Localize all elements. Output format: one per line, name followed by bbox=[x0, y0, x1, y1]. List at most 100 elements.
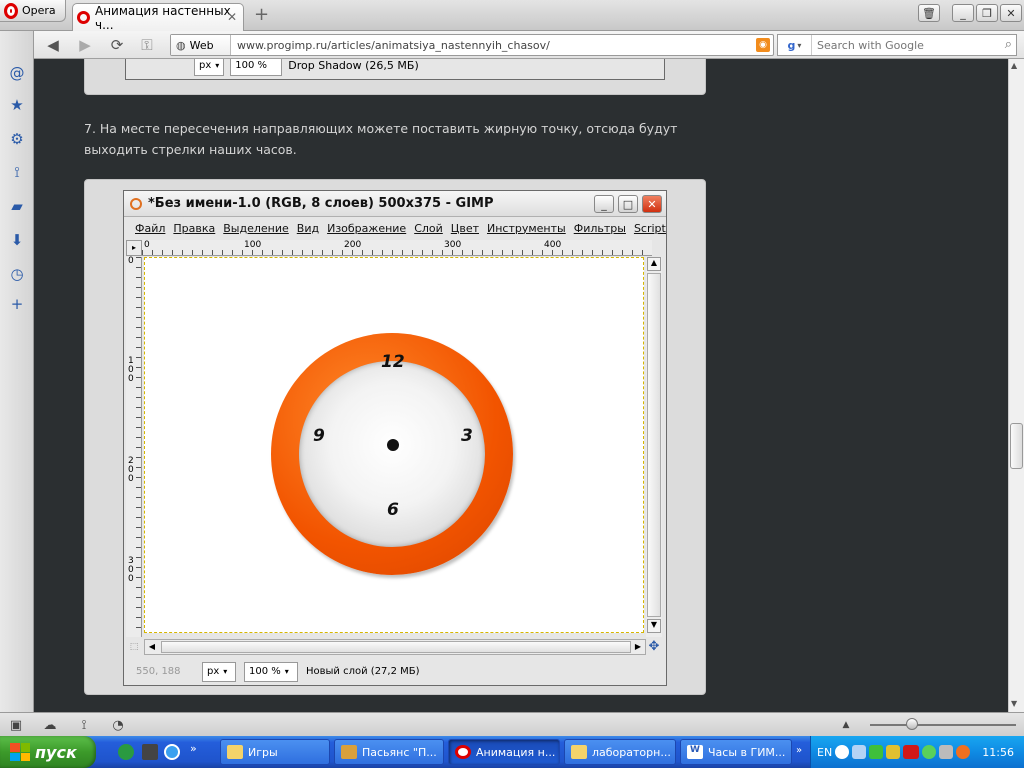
folder-icon bbox=[227, 745, 243, 759]
mail-icon[interactable]: @ bbox=[8, 64, 26, 82]
vertical-ruler[interactable]: 0 1 0 0 2 0 0 3 0 0 bbox=[126, 257, 142, 637]
scroll-right-icon[interactable]: ▶ bbox=[631, 640, 645, 654]
taskbar-button-solitaire[interactable]: Пасьянс "П... bbox=[334, 739, 444, 765]
google-icon[interactable]: g ▾ bbox=[778, 35, 812, 55]
volume-icon[interactable] bbox=[939, 745, 954, 759]
forward-icon[interactable]: ▶ bbox=[76, 36, 94, 54]
ruler-v-label: 3 0 0 bbox=[128, 556, 134, 584]
quicklaunch-app-icon[interactable] bbox=[142, 744, 158, 760]
new-tab-button[interactable]: + bbox=[254, 6, 269, 24]
bookmarks-star-icon[interactable]: ★ bbox=[8, 96, 26, 114]
app-tray-icon[interactable] bbox=[956, 745, 971, 759]
notes-icon[interactable]: ▰ bbox=[8, 197, 26, 215]
zoom-menu-icon[interactable]: ▲ bbox=[838, 717, 854, 733]
gimp-hscroll-thumb[interactable] bbox=[161, 641, 631, 653]
unite-cloud-icon[interactable]: ☁ bbox=[42, 717, 58, 733]
share-icon[interactable]: ⟟ bbox=[76, 717, 92, 733]
horizontal-ruler[interactable]: 0 100 200 300 400 bbox=[142, 240, 652, 256]
scroll-down-icon[interactable]: ▼ bbox=[1011, 699, 1017, 708]
scroll-left-icon[interactable]: ◀ bbox=[145, 640, 159, 654]
menu-view[interactable]: Вид bbox=[294, 222, 324, 235]
menu-filters[interactable]: Фильтры bbox=[571, 222, 631, 235]
share-icon[interactable]: ⟟ bbox=[8, 163, 26, 181]
back-icon[interactable]: ◀ bbox=[44, 36, 62, 54]
menu-select[interactable]: Выделение bbox=[220, 222, 294, 235]
add-panel-icon[interactable]: + bbox=[8, 295, 26, 313]
utorrent-icon[interactable] bbox=[118, 744, 134, 760]
search-icon[interactable]: ⌕ bbox=[1005, 37, 1012, 52]
network-icon[interactable] bbox=[852, 745, 867, 759]
navigate-icon[interactable]: ✥ bbox=[646, 639, 662, 655]
image-canvas[interactable]: 12 3 6 9 bbox=[144, 257, 644, 633]
scroll-up-icon[interactable]: ▲ bbox=[1011, 61, 1017, 70]
page-scroll-thumb[interactable] bbox=[1010, 423, 1023, 469]
menu-image[interactable]: Изображение bbox=[324, 222, 411, 235]
opera-menu-button[interactable]: Opera bbox=[0, 0, 66, 22]
unit-select[interactable]: px ▾ bbox=[202, 661, 236, 682]
turbo-icon[interactable]: ◔ bbox=[110, 717, 126, 733]
download-arrow-icon[interactable] bbox=[869, 745, 884, 759]
key-icon[interactable]: ⚿ bbox=[138, 36, 156, 54]
taskbar-button-games[interactable]: Игры bbox=[220, 739, 330, 765]
panel-toggle-icon[interactable]: ▣ bbox=[8, 717, 24, 733]
menu-script[interactable]: Script- bbox=[631, 222, 666, 235]
browser-statusbar: ▣ ☁ ⟟ ◔ ▲ bbox=[0, 712, 1024, 736]
scroll-down-icon[interactable]: ▼ bbox=[647, 619, 661, 633]
gimp-horizontal-scrollbar[interactable]: ◀ ▶ bbox=[144, 639, 646, 655]
settings-gear-icon[interactable]: ⚙ bbox=[8, 130, 26, 148]
zoom-slider[interactable] bbox=[870, 724, 1016, 726]
downloads-icon[interactable]: ⬇ bbox=[8, 231, 26, 249]
start-button[interactable]: пуск bbox=[0, 736, 96, 768]
url-text[interactable]: www.progimp.ru/articles/animatsiya_naste… bbox=[231, 39, 550, 52]
gimp-maximize-button[interactable]: □ bbox=[618, 195, 638, 213]
taskbar-button-word[interactable]: W Часы в ГИМ... bbox=[680, 739, 792, 765]
ruler-corner-icon[interactable]: ▸ bbox=[126, 240, 142, 256]
menu-layer[interactable]: Слой bbox=[411, 222, 448, 235]
language-indicator[interactable]: EN bbox=[817, 746, 832, 759]
gimp-logo-icon bbox=[130, 197, 142, 210]
menu-file[interactable]: Файл bbox=[132, 222, 170, 235]
zoom-slider-handle[interactable] bbox=[906, 718, 918, 730]
restore-button[interactable]: ❐ bbox=[976, 4, 998, 22]
gimp-minimize-button[interactable]: _ bbox=[594, 195, 614, 213]
warning-icon[interactable] bbox=[886, 745, 901, 759]
taskbar-button-lab[interactable]: лабораторн... bbox=[564, 739, 676, 765]
system-clock[interactable]: 11:56 bbox=[982, 746, 1024, 759]
menu-colors[interactable]: Цвет bbox=[448, 222, 484, 235]
gimp-vscroll-thumb[interactable] bbox=[647, 273, 661, 617]
page-scrollbar[interactable]: ▲ ▼ bbox=[1008, 59, 1024, 712]
gimp-vertical-scrollbar[interactable]: ▲ ▼ bbox=[646, 257, 662, 637]
internet-explorer-icon[interactable] bbox=[164, 744, 180, 760]
quicklaunch-more-icon[interactable]: » bbox=[190, 742, 197, 755]
search-input[interactable] bbox=[812, 38, 982, 52]
check-icon[interactable] bbox=[922, 745, 937, 759]
gimp-close-button[interactable]: ✕ bbox=[642, 195, 662, 213]
ati-icon[interactable] bbox=[903, 745, 920, 759]
opera-icon bbox=[455, 745, 471, 759]
opera-menu-label: Opera bbox=[22, 4, 56, 17]
search-box[interactable]: g▾ ⌕ bbox=[777, 34, 1017, 56]
zoom-select[interactable]: 100 % ▾ bbox=[244, 661, 298, 682]
tray-expand-icon[interactable] bbox=[835, 745, 850, 759]
previous-screenshot-card: px ▾ 100 % Drop Shadow (26,5 МБ) bbox=[84, 59, 706, 95]
prev-unit-select[interactable]: px ▾ bbox=[194, 59, 225, 76]
quick-mask-icon[interactable]: ⬚ bbox=[126, 639, 142, 655]
taskbar-button-label: Пасьянс "П... bbox=[362, 745, 437, 759]
taskbar-more-icon[interactable]: » bbox=[796, 745, 802, 756]
history-clock-icon[interactable]: ◷ bbox=[8, 265, 26, 283]
rss-icon[interactable]: ◉ bbox=[756, 38, 770, 52]
reload-icon[interactable]: ⟳ bbox=[108, 36, 126, 54]
scroll-up-icon[interactable]: ▲ bbox=[647, 257, 661, 271]
taskbar-button-opera[interactable]: Анимация н... bbox=[448, 739, 560, 765]
trash-icon[interactable]: 🗑 bbox=[918, 4, 940, 22]
address-field[interactable]: ◍ Web www.progimp.ru/articles/animatsiya… bbox=[170, 34, 774, 56]
cards-icon bbox=[341, 745, 357, 759]
prev-zoom-select[interactable]: 100 % bbox=[230, 59, 283, 76]
web-badge[interactable]: ◍ Web bbox=[171, 35, 231, 55]
tab-close-icon[interactable]: ✕ bbox=[227, 10, 237, 24]
close-button[interactable]: ✕ bbox=[1000, 4, 1022, 22]
tab-active[interactable]: Анимация настенных ч... ✕ bbox=[72, 3, 244, 32]
menu-tools[interactable]: Инструменты bbox=[484, 222, 571, 235]
menu-edit[interactable]: Правка bbox=[170, 222, 220, 235]
minimize-button[interactable]: _ bbox=[952, 4, 974, 22]
